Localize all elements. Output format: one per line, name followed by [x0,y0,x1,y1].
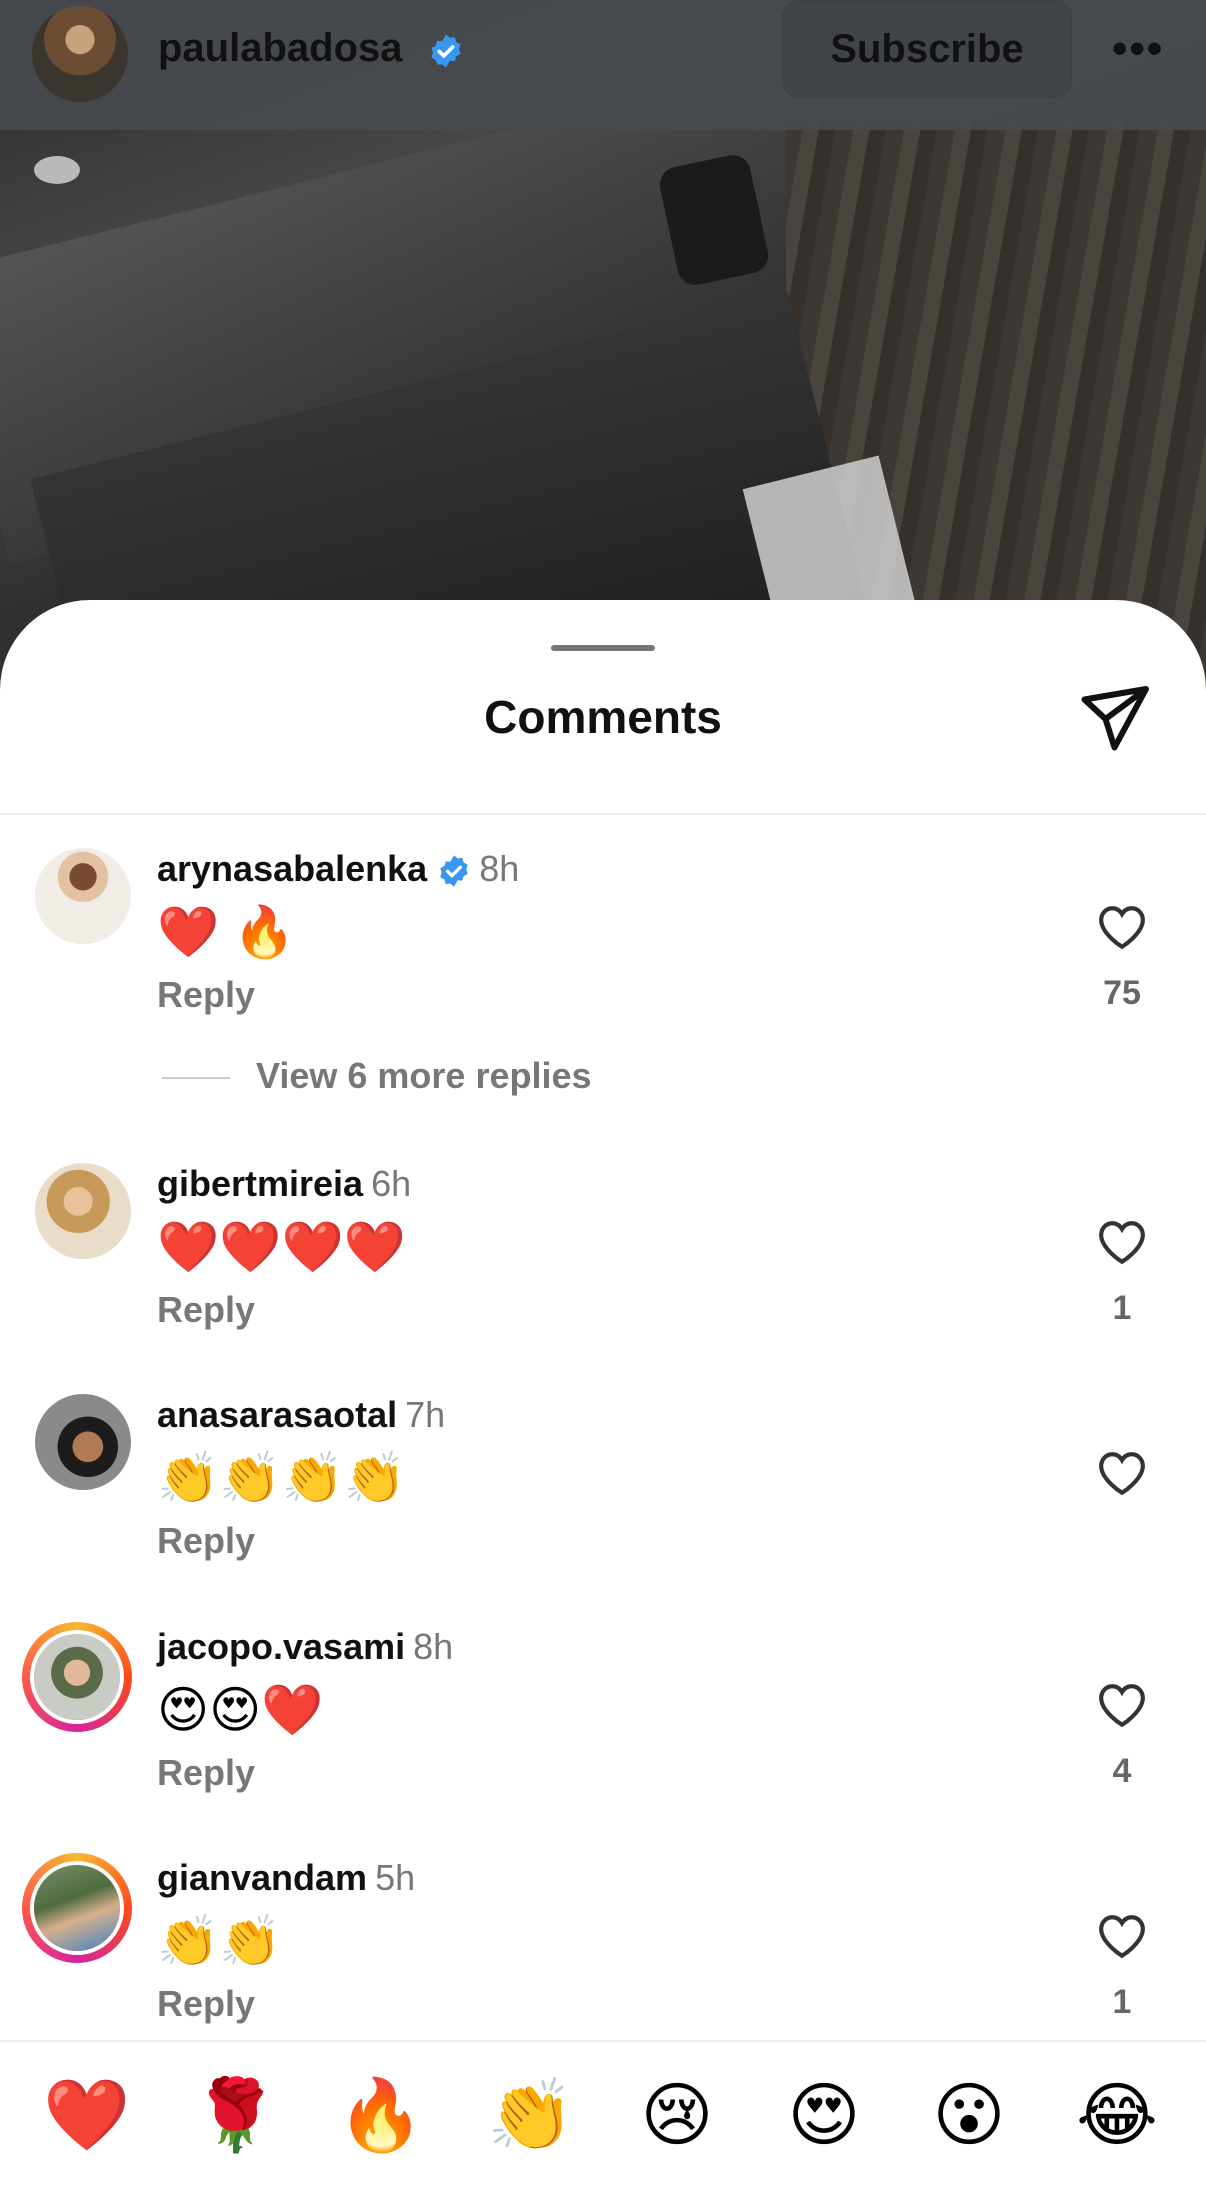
post-image-ceiling-light [34,156,80,184]
comment-username[interactable]: arynasabalenka [157,848,427,889]
quick-emoji-bar: ❤️ 🌹 🔥 👏 😢 😍 😮 😂 [0,2040,1206,2188]
emoji-rose-button[interactable]: 🌹 [191,2070,281,2160]
comment-text: 👏👏👏👏 [157,1450,407,1506]
comment-username[interactable]: anasarasaotal [157,1394,397,1435]
like-count: 75 [1103,974,1141,1012]
emoji-heart-eyes-button[interactable]: 😍 [779,2070,869,2160]
comment-time: 8h [413,1626,454,1667]
emoji-laugh-button[interactable]: 😂 [1072,2070,1162,2160]
post-author-username[interactable]: paulabadosa [158,26,403,71]
verified-badge-icon [431,34,461,68]
reply-button[interactable]: Reply [157,974,255,1016]
post-author-avatar[interactable] [32,6,128,102]
comment-item: jacopo.vasami 8h 😍😍❤️ Reply 4 [0,1622,1206,1796]
comment-username[interactable]: gibertmireia [157,1163,363,1204]
emoji-fire-button[interactable]: 🔥 [336,2070,426,2160]
paper-plane-icon[interactable] [1080,686,1152,752]
commenter-avatar [34,1865,120,1951]
comment-time: 5h [375,1857,416,1898]
heart-outline-icon[interactable] [1097,1450,1147,1496]
view-replies-label[interactable]: View 6 more replies [256,1055,592,1097]
sheet-divider [0,813,1206,815]
comment-item: anasarasaotal 7h 👏👏👏👏 Reply [0,1394,1206,1564]
reply-button[interactable]: Reply [157,1289,255,1331]
comments-title: Comments [484,691,722,743]
comment-item: arynasabalenka 8h ❤️ 🔥 Reply 75 [0,848,1206,1018]
replies-divider-line [162,1077,230,1079]
comment-item: gianvandam 5h 👏👏 Reply 1 [0,1853,1206,2027]
like-count: 4 [1112,1752,1132,1790]
heart-outline-icon[interactable] [1097,904,1147,950]
sheet-drag-handle[interactable] [551,645,655,651]
subscribe-button[interactable]: Subscribe [782,0,1072,98]
reply-button[interactable]: Reply [157,1983,255,2025]
commenter-avatar-story-ring[interactable] [22,1622,132,1732]
comment-time: 7h [405,1394,446,1435]
commenter-avatar [34,1634,120,1720]
emoji-heart-button[interactable]: ❤️ [42,2070,132,2160]
comment-time: 6h [371,1163,412,1204]
comment-text: ❤️ 🔥 [157,904,296,960]
comment-username[interactable]: gianvandam [157,1857,367,1898]
more-options-icon[interactable]: ••• [1112,24,1164,74]
commenter-avatar-story-ring[interactable] [22,1853,132,1963]
reply-button[interactable]: Reply [157,1520,255,1562]
commenter-avatar[interactable] [35,1394,131,1490]
verified-badge-icon [440,855,468,888]
comment-text: ❤️❤️❤️❤️ [157,1219,407,1275]
comment-text: 👏👏 [157,1913,282,1969]
comment-time: 8h [479,848,520,889]
emoji-surprised-button[interactable]: 😮 [924,2070,1014,2160]
post-header: paulabadosa Subscribe ••• [0,0,1206,130]
comment-username[interactable]: jacopo.vasami [157,1626,405,1667]
like-count: 1 [1112,1289,1132,1327]
reply-button[interactable]: Reply [157,1752,255,1794]
comment-item: gibertmireia 6h ❤️❤️❤️❤️ Reply 1 [0,1163,1206,1333]
emoji-cry-button[interactable]: 😢 [632,2070,722,2160]
like-count: 1 [1112,1983,1132,2021]
emoji-clap-button[interactable]: 👏 [486,2070,576,2160]
heart-outline-icon[interactable] [1097,1682,1147,1728]
comment-text: 😍😍❤️ [157,1682,324,1738]
heart-outline-icon[interactable] [1097,1219,1147,1265]
commenter-avatar[interactable] [35,1163,131,1259]
commenter-avatar[interactable] [35,848,131,944]
heart-outline-icon[interactable] [1097,1913,1147,1959]
